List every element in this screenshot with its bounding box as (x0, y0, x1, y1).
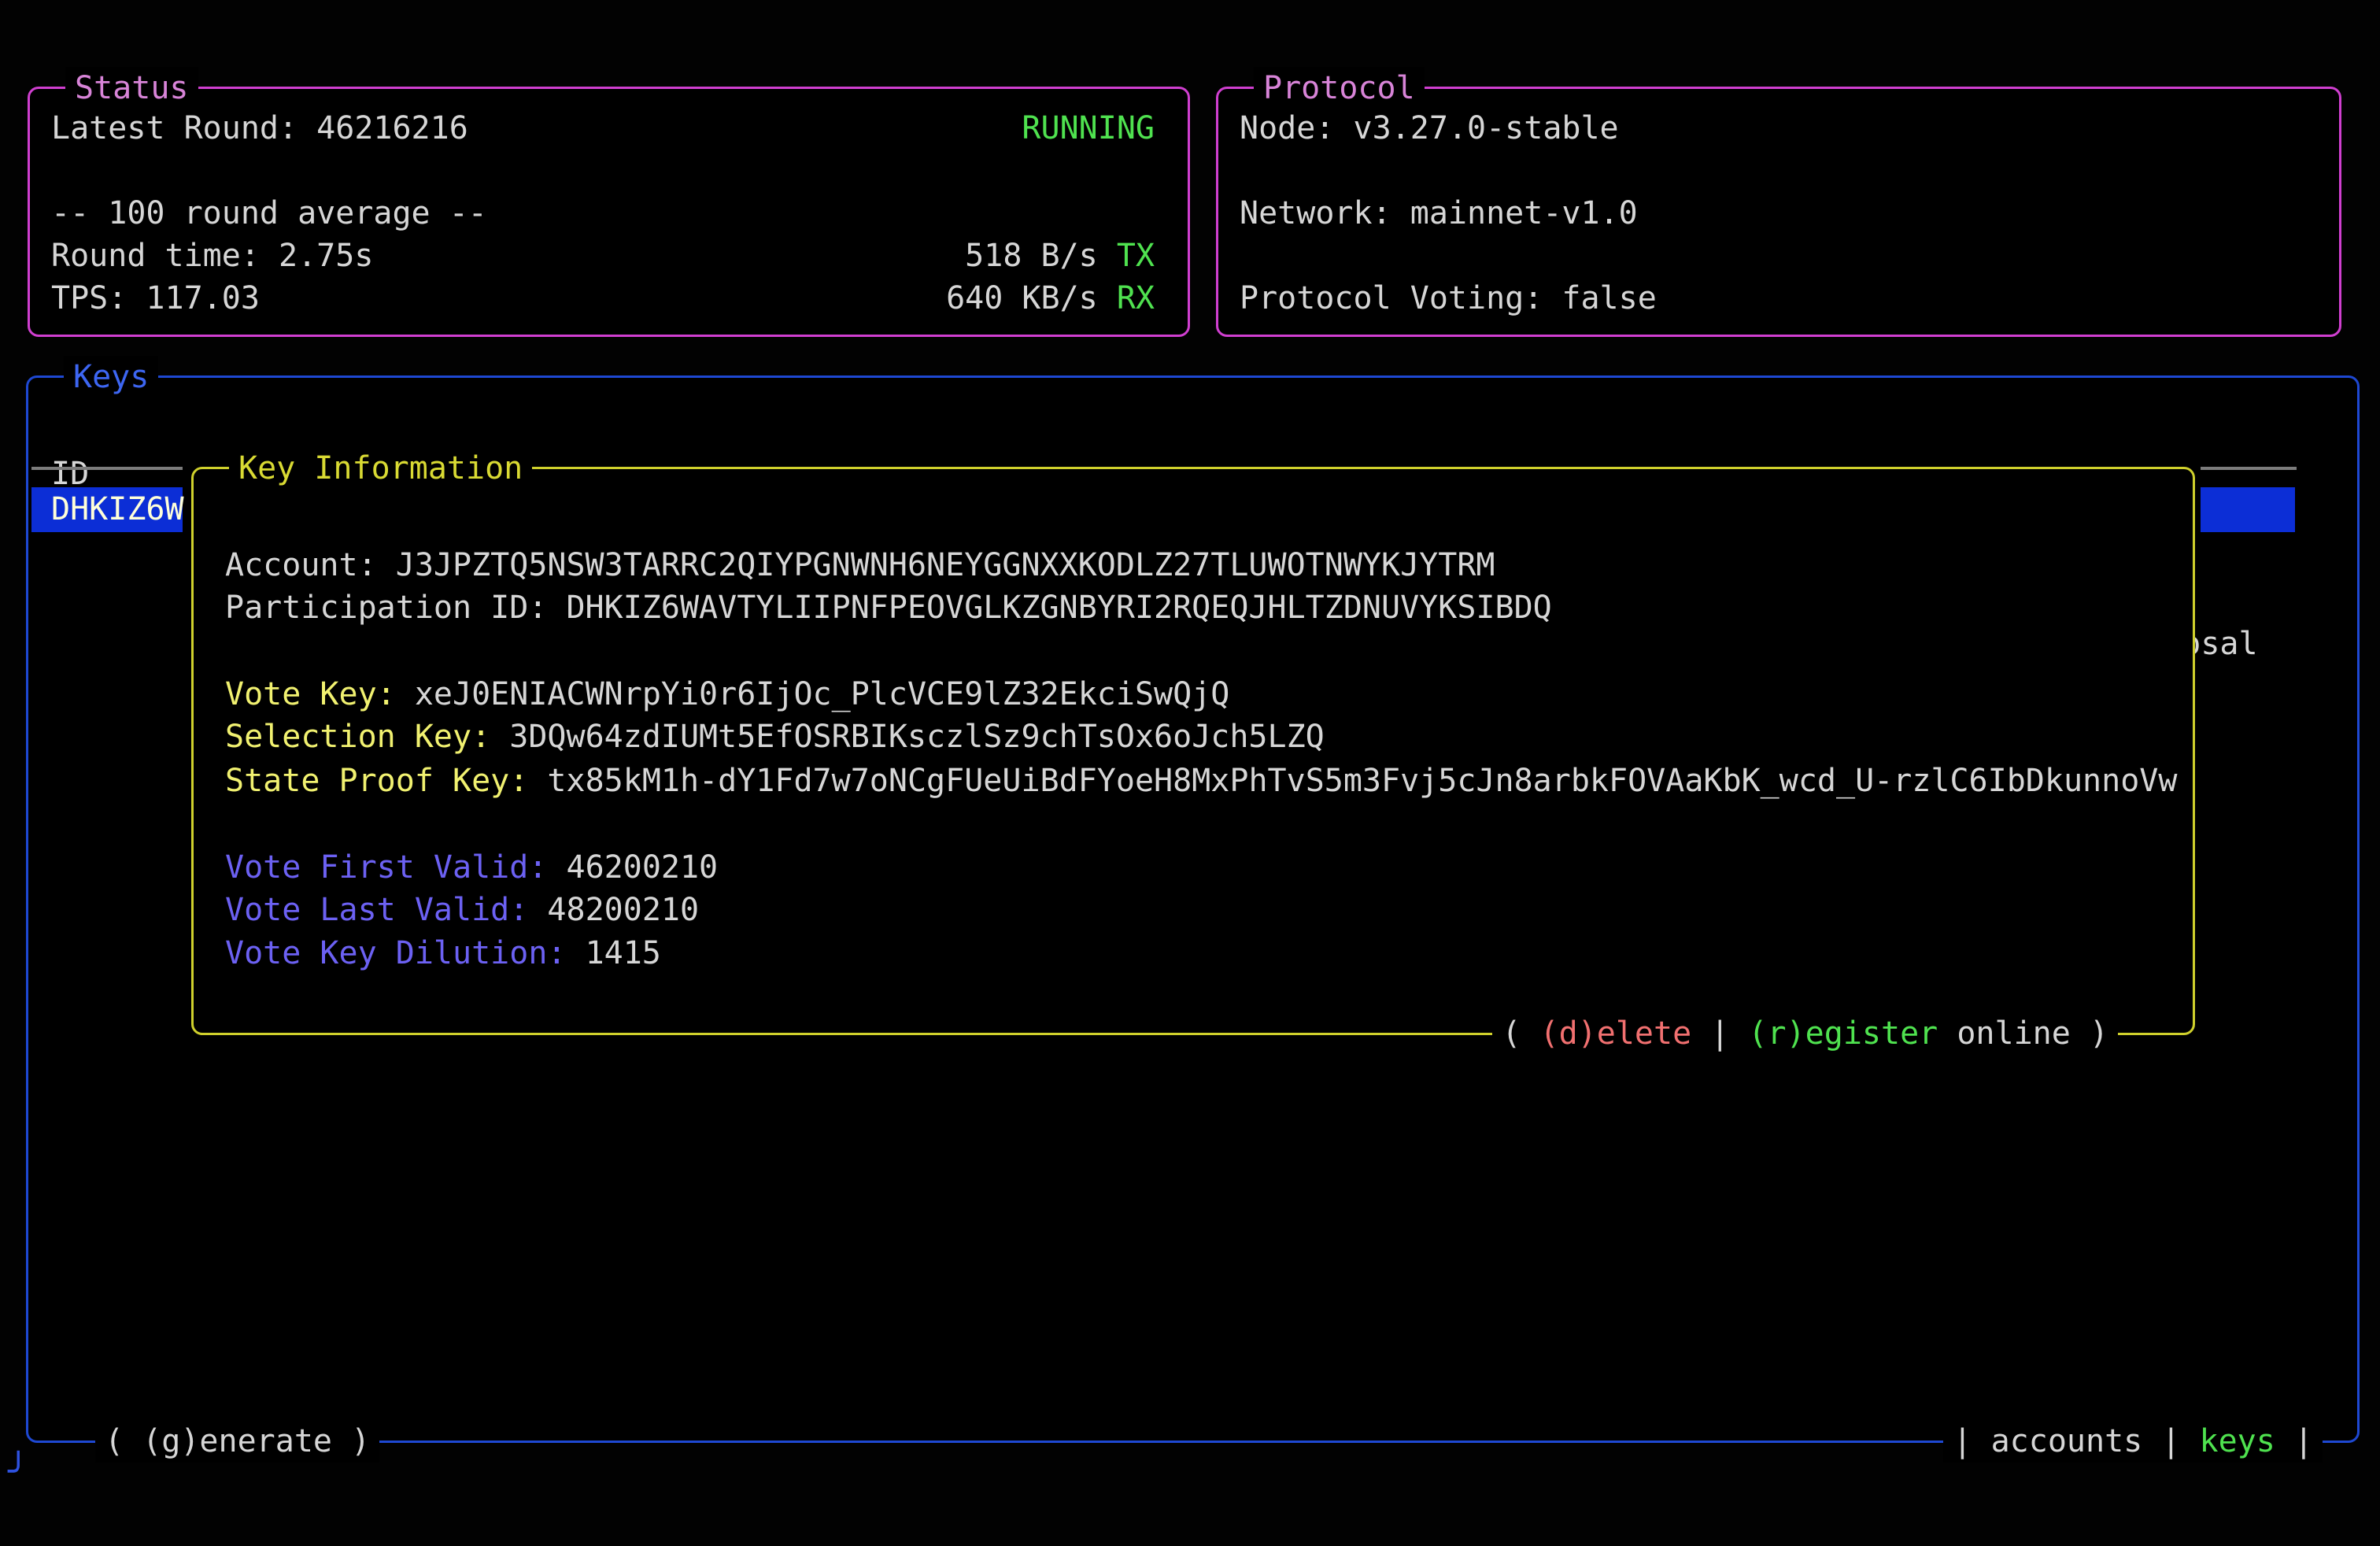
node-state-badge: RUNNING (1022, 107, 1155, 150)
vote-key-dilution-line: Vote Key Dilution: 1415 (225, 932, 661, 975)
vote-last-valid-value: 48200210 (547, 892, 699, 928)
account-text: Account: J3JPZTQ5NSW3TARRC2QIYPGNWNH6NEY… (225, 544, 1495, 586)
key-information-popup: Key Information Account: J3JPZTQ5NSW3TAR… (191, 467, 2195, 1035)
key-popup-controls: ( (d)elete | (r)egister online ) (1492, 1012, 2118, 1055)
tab-bar-lead-pipe: | (1953, 1423, 1990, 1459)
controls-divider: | (1691, 1015, 1748, 1052)
network-text: Network: mainnet-v1.0 (1240, 192, 1638, 235)
state-proof-key-label: State Proof Key: (225, 763, 547, 799)
delete-key-button[interactable]: (d)elete (1540, 1015, 1692, 1052)
header-separator-left (31, 467, 183, 470)
rx-rate-unit: RX (1117, 280, 1155, 316)
rx-rate: 640 KB/s RX (946, 277, 1155, 320)
selection-key-line: Selection Key: 3DQw64zdIUMt5EfOSRBIKsczl… (225, 716, 1325, 758)
controls-open-paren: ( (1502, 1015, 1539, 1052)
view-tab-bar: | accounts | keys | (1943, 1420, 2323, 1463)
node-version-text: Node: v3.27.0-stable (1240, 107, 1619, 150)
keys-table-header: ID Address Active Last Vote Last Block P… (28, 410, 2357, 453)
protocol-panel-title: Protocol (1254, 67, 1425, 109)
latest-round-text: Latest Round: 46216216 (51, 107, 468, 150)
register-online-button[interactable]: (r)egister (1748, 1015, 1938, 1052)
vote-last-valid-label: Vote Last Valid: (225, 892, 547, 928)
border-corner-artifact: ╯ (8, 1455, 29, 1489)
controls-online-suffix: online ) (1938, 1015, 2108, 1052)
vote-last-valid-line: Vote Last Valid: 48200210 (225, 889, 699, 931)
tab-bar-tail-pipe: | (2275, 1423, 2313, 1459)
vote-first-valid-line: Vote First Valid: 46200210 (225, 846, 718, 889)
vote-key-value: xeJ0ENIACWNrpYi0r6IjOc_PlcVCE9lZ32EkciSw… (415, 676, 1230, 712)
state-proof-key-value: tx85kM1h-dY1Fd7w7oNCgFUeUiBdFYoeH8MxPhTv… (547, 763, 2177, 799)
tx-rate: 518 B/s TX (965, 235, 1155, 277)
protocol-panel: Protocol Node: v3.27.0-stable Network: m… (1216, 87, 2341, 337)
participation-id-text: Participation ID: DHKIZ6WAVTYLIIPNFPEOVG… (225, 586, 1552, 629)
tab-bar-mid-pipe: | (2142, 1423, 2199, 1459)
round-time-text: Round time: 2.75s (51, 235, 373, 277)
selection-key-value: 3DQw64zdIUMt5EfOSRBIKsczlSz9chTsOx6oJch5… (509, 719, 1325, 755)
status-panel-title: Status (65, 67, 198, 109)
terminal-screen: Status Latest Round: 46216216 RUNNING --… (0, 0, 2380, 1546)
selection-key-label: Selection Key: (225, 719, 509, 755)
round-average-header: -- 100 round average -- (51, 192, 487, 235)
tx-rate-value: 518 B/s (965, 238, 1117, 274)
header-separator-right (2201, 467, 2297, 470)
tab-accounts[interactable]: accounts (1991, 1423, 2143, 1459)
tps-text: TPS: 117.03 (51, 277, 260, 320)
selected-key-row[interactable]: DHKIZ6W (31, 487, 183, 532)
protocol-voting-text: Protocol Voting: false (1240, 277, 1657, 320)
tab-keys[interactable]: keys (2200, 1423, 2275, 1459)
vote-first-valid-value: 46200210 (566, 849, 718, 886)
vote-key-dilution-value: 1415 (586, 935, 661, 971)
rx-rate-value: 640 KB/s (946, 280, 1117, 316)
selected-key-row-right-segment[interactable] (2201, 487, 2295, 532)
status-panel: Status Latest Round: 46216216 RUNNING --… (28, 87, 1190, 337)
vote-key-dilution-label: Vote Key Dilution: (225, 935, 586, 971)
keys-panel-title: Keys (64, 356, 158, 398)
vote-key-label: Vote Key: (225, 676, 415, 712)
state-proof-key-line: State Proof Key: tx85kM1h-dY1Fd7w7oNCgFU… (225, 760, 2177, 802)
tx-rate-unit: TX (1117, 238, 1155, 274)
generate-key-button[interactable]: ( (g)enerate ) (95, 1420, 379, 1463)
vote-first-valid-label: Vote First Valid: (225, 849, 566, 886)
keys-panel: Keys ID Address Active Last Vote Last Bl… (26, 375, 2360, 1443)
key-information-title: Key Information (229, 447, 532, 490)
vote-key-line: Vote Key: xeJ0ENIACWNrpYi0r6IjOc_PlcVCE9… (225, 673, 1229, 716)
